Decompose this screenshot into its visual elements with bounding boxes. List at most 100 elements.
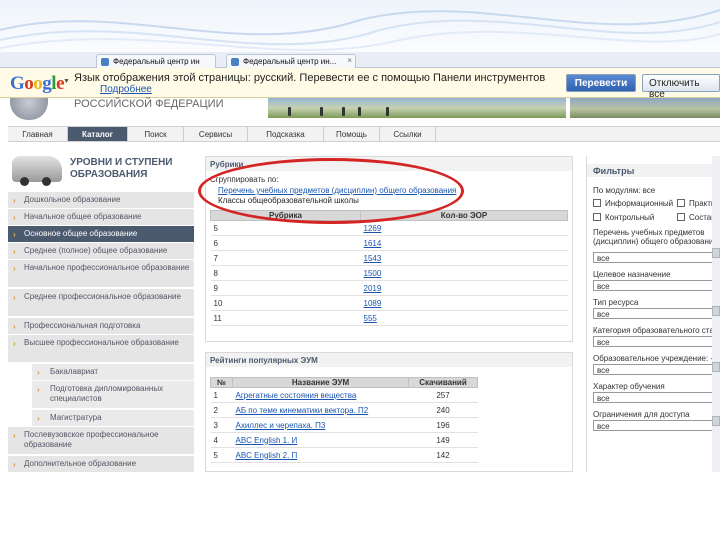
sidebar-item-label: Бакалавриат	[50, 367, 99, 376]
checkbox-label: Контрольный	[605, 213, 655, 222]
learning-type-select[interactable]: все	[593, 392, 720, 403]
more-info-link[interactable]: Подробнее	[100, 84, 152, 95]
close-tab-icon[interactable]: ×	[347, 56, 352, 65]
sidebar-item-label: Среднее (полное) общее образование	[24, 246, 168, 255]
table-row: 3 Ахиллес и черепаха. П3 196	[210, 417, 478, 433]
disable-translate-button[interactable]: Отключить все	[642, 74, 720, 100]
translate-button[interactable]: Перевести	[566, 74, 636, 92]
table-row: 11 555	[210, 310, 568, 326]
count-link[interactable]: 1614	[364, 239, 382, 248]
sidebar-item-label: Послевузовское профессиональное образова…	[24, 430, 159, 449]
rubric-cell: 10	[210, 295, 361, 311]
downloads-cell: 196	[408, 417, 478, 433]
table-row: 6 1614	[210, 235, 568, 251]
sidebar-item[interactable]: › Дополнительное образование	[8, 456, 194, 473]
chevron-down-icon[interactable]: ▼	[63, 78, 70, 85]
standard-select[interactable]: все	[593, 336, 720, 347]
subjects-select[interactable]: все	[593, 252, 720, 263]
scroll-arrow-icon[interactable]	[712, 248, 720, 258]
count-link[interactable]: 1089	[364, 299, 382, 308]
sidebar-item-label: Подготовка дипломированных специалистов	[50, 384, 164, 403]
rank-cell: 3	[210, 417, 233, 433]
sidebar-item-label: Дополнительное образование	[24, 459, 137, 468]
sidebar-item[interactable]: › Профессиональная подготовка	[8, 318, 194, 335]
purpose-select[interactable]: все	[593, 280, 720, 291]
chevron-right-icon: ›	[13, 339, 16, 348]
sidebar-item[interactable]: › Дошкольное образование	[8, 192, 194, 209]
org-name: РОССИЙСКОЙ ФЕДЕРАЦИИ	[74, 98, 224, 110]
resource-link[interactable]: ABC English 2. П	[236, 451, 298, 460]
table-row: 4 ABC English 1. И 149	[210, 432, 478, 448]
sidebar-item-label: Профессиональная подготовка	[24, 321, 141, 330]
rubric-cell: 6	[210, 235, 361, 251]
checkbox-composite[interactable]	[677, 213, 685, 221]
table-row: 2 АБ по теме кинематики вектора. П2 240	[210, 402, 478, 418]
header-photo	[268, 98, 566, 118]
browser-tab-strip: Федеральный центр ин Федеральный центр и…	[0, 52, 720, 68]
resource-link[interactable]: Ахиллес и черепаха. П3	[236, 421, 326, 430]
resource-link[interactable]: ABC English 1. И	[236, 436, 298, 445]
chevron-right-icon: ›	[13, 196, 16, 205]
count-link[interactable]: 1269	[364, 224, 382, 233]
nav-item-help[interactable]: Помощь	[324, 127, 380, 141]
sidebar-subitem[interactable]: › Бакалавриат	[32, 364, 194, 381]
chevron-right-icon: ›	[13, 431, 16, 440]
site-header: РОССИЙСКОЙ ФЕДЕРАЦИИ	[0, 98, 720, 122]
checkbox-control[interactable]	[593, 213, 601, 221]
sidebar-item[interactable]: › Среднее (полное) общее образование	[8, 243, 194, 260]
checkbox-informational[interactable]	[593, 199, 601, 207]
sidebar-item-active[interactable]: › Основное общее образование	[8, 226, 194, 243]
sidebar-subitem[interactable]: › Магистратура	[32, 410, 194, 427]
sidebar-item[interactable]: › Послевузовское профессиональное образов…	[8, 427, 194, 455]
nav-item-search[interactable]: Поиск	[128, 127, 184, 141]
institution-select[interactable]: все	[593, 364, 720, 375]
filters-title: Фильтры	[587, 164, 720, 177]
count-link[interactable]: 555	[364, 314, 377, 323]
count-link[interactable]: 2019	[364, 284, 382, 293]
browser-tab[interactable]: Федеральный центр ин... ×	[226, 54, 356, 68]
nav-item-services[interactable]: Сервисы	[184, 127, 248, 141]
scroll-arrow-icon[interactable]	[712, 306, 720, 316]
sidebar-subitem[interactable]: › Подготовка дипломированных специалистов	[32, 381, 194, 409]
scroll-arrow-icon[interactable]	[712, 416, 720, 426]
sidebar-item[interactable]: › Высшее профессиональное образование	[8, 335, 194, 363]
count-link[interactable]: 1500	[364, 269, 382, 278]
main-nav: Главная Каталог Поиск Сервисы Подсказка …	[8, 126, 720, 142]
nav-item-catalog[interactable]: Каталог	[68, 127, 128, 141]
access-select[interactable]: все	[593, 420, 720, 431]
filter-label: Характер обучения	[593, 382, 665, 391]
downloads-cell: 142	[408, 447, 478, 463]
sidebar-item[interactable]: › Начальное общее образование	[8, 209, 194, 226]
translate-message: Язык отображения этой страницы: русский.…	[74, 72, 546, 84]
browser-tab[interactable]: Федеральный центр ин	[96, 54, 216, 68]
sidebar-item-label: Начальное общее образование	[24, 212, 142, 221]
modules-label: По модулям: все	[593, 186, 656, 195]
header-photo-right	[570, 98, 720, 118]
filter-label: Образовательное учреждение: -	[593, 354, 714, 363]
scroll-arrow-icon[interactable]	[712, 362, 720, 372]
sidebar-item-label: Начальное профессиональное образование	[24, 263, 190, 272]
resource-link[interactable]: Агрегатные состояния вещества	[236, 391, 357, 400]
nav-item-home[interactable]: Главная	[8, 127, 68, 141]
checkbox-practical[interactable]	[677, 199, 685, 207]
sidebar: УРОВНИ И СТУПЕНИ ОБРАЗОВАНИЯ › Дошкольное…	[8, 150, 194, 473]
sidebar-item[interactable]: › Среднее профессиональное образование	[8, 289, 194, 317]
resource-link[interactable]: АБ по теме кинематики вектора. П2	[236, 406, 369, 415]
count-link[interactable]: 1543	[364, 254, 382, 263]
nav-item-hint[interactable]: Подсказка	[248, 127, 324, 141]
chevron-right-icon: ›	[37, 368, 40, 377]
sidebar-item-label: Высшее профессиональное образование	[24, 338, 179, 347]
filters-scrollbar[interactable]	[712, 156, 720, 472]
sidebar-item[interactable]: › Начальное профессиональное образование	[8, 260, 194, 288]
rank-cell: 4	[210, 432, 233, 448]
column-header: Название ЭУМ	[232, 377, 409, 388]
sidebar-item-label: Дошкольное образование	[24, 195, 121, 204]
resource-type-select[interactable]: все	[593, 308, 720, 319]
table-row: 10 1089	[210, 295, 568, 311]
nav-item-links[interactable]: Ссылки	[380, 127, 436, 141]
filter-label: Перечень учебных предметов (дисциплин) о…	[593, 228, 718, 246]
chevron-right-icon: ›	[13, 322, 16, 331]
downloads-cell: 149	[408, 432, 478, 448]
google-logo: Google	[10, 73, 64, 94]
table-row: 8 1500	[210, 265, 568, 281]
